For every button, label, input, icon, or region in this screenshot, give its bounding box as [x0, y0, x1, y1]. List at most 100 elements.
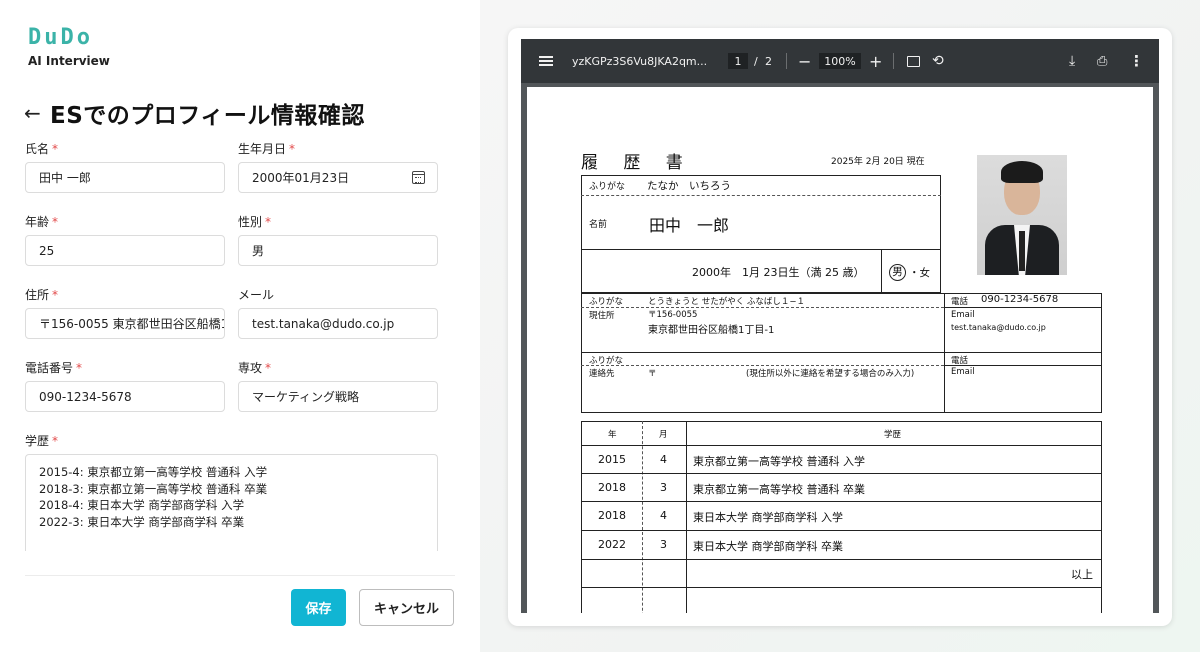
- edu-header-year: 年: [608, 430, 617, 440]
- resume-title: 履 歴 書: [581, 153, 693, 173]
- rule: [642, 421, 643, 613]
- rule: [881, 249, 882, 293]
- save-button[interactable]: 保存: [291, 589, 346, 626]
- rule: [581, 445, 1102, 446]
- rule: [581, 365, 944, 366]
- email-input[interactable]: test.tanaka@dudo.co.jp: [238, 308, 438, 339]
- edu-row-year: 2018: [598, 509, 626, 522]
- rotate-icon[interactable]: ⟲: [932, 39, 944, 83]
- addr-label: 現住所: [589, 311, 615, 321]
- education-textarea[interactable]: 2015-4: 東京都立第一高等学校 普通科 入学 2018-3: 東京都立第一…: [25, 454, 438, 551]
- edu-row-year: 2015: [598, 453, 626, 466]
- required-mark: *: [52, 142, 59, 156]
- email-label-resume: Email: [951, 310, 975, 320]
- more-icon[interactable]: ⋮: [1129, 39, 1144, 83]
- logo-mark: DuDo: [28, 25, 93, 50]
- gender-label: 性別 *: [238, 215, 272, 229]
- phone-value-resume: 090-1234-5678: [981, 294, 1059, 305]
- pdf-viewer: yzKGPz3S6Vu8JKA2qm... 1 / 2 − 100% + ⟲ ⤓…: [521, 39, 1159, 613]
- contact-email-label: Email: [951, 367, 975, 377]
- document-name: yzKGPz3S6Vu8JKA2qm...: [572, 54, 708, 68]
- phone-input[interactable]: 090-1234-5678: [25, 381, 225, 412]
- cancel-button[interactable]: キャンセル: [359, 589, 454, 626]
- edu-row-year: 2022: [598, 538, 626, 551]
- required-mark: *: [52, 434, 59, 448]
- required-mark: *: [265, 215, 272, 229]
- email-label: メール: [238, 288, 275, 302]
- furigana-value: たなか いちろう: [647, 180, 731, 192]
- rule: [581, 587, 1102, 588]
- birthdate-label: 生年月日 *: [238, 142, 296, 156]
- rule: [944, 293, 945, 413]
- end-mark: 以上: [1071, 568, 1093, 581]
- name-value-resume: 田中 一郎: [649, 216, 730, 235]
- page-title: ESでのプロフィール情報確認: [50, 103, 365, 129]
- preview-panel: yzKGPz3S6Vu8JKA2qm... 1 / 2 − 100% + ⟲ ⤓…: [480, 0, 1200, 652]
- addr-furigana-label: ふりがな: [589, 297, 624, 307]
- email-value-resume: test.tanaka@dudo.co.jp: [951, 323, 1046, 332]
- age-label: 年齢 *: [25, 215, 59, 229]
- phone-label-resume: 電話: [951, 297, 969, 307]
- footer-divider: [25, 575, 455, 576]
- contact-postal: 〒: [648, 369, 657, 379]
- edu-row-month: 4: [660, 453, 667, 466]
- age-input[interactable]: 25: [25, 235, 225, 266]
- calendar-icon[interactable]: [412, 171, 425, 184]
- print-icon[interactable]: ⎙: [1097, 39, 1107, 83]
- edu-row-content: 東京都立第一高等学校 普通科 入学: [693, 455, 865, 468]
- education-label: 学歴 *: [25, 434, 59, 448]
- app-logo: DuDo AI Interview: [28, 25, 110, 69]
- toolbar-divider: [786, 53, 787, 69]
- contact-label: 連絡先: [589, 369, 615, 379]
- education-line: 2015-4: 東京都立第一高等学校 普通科 入学: [39, 465, 268, 479]
- birthdate-input[interactable]: 2000年01月23日: [238, 162, 438, 193]
- required-mark: *: [52, 215, 59, 229]
- edu-header-content: 学歴: [884, 430, 902, 440]
- download-icon[interactable]: ⤓: [1069, 39, 1075, 83]
- toolbar-divider: [893, 53, 894, 69]
- birthdate-value: 2000年01月23日: [252, 171, 350, 185]
- addr-furigana-value: とうきょうと せたがやく ふなばし１−１: [648, 297, 806, 307]
- menu-icon[interactable]: [539, 39, 553, 83]
- required-mark: *: [76, 361, 83, 375]
- major-input[interactable]: マーケティング戦略: [238, 381, 438, 412]
- zoom-in-button[interactable]: +: [869, 39, 882, 83]
- rule: [581, 352, 1102, 353]
- edu-row-year: 2018: [598, 481, 626, 494]
- applicant-photo: [977, 155, 1067, 275]
- gender-input[interactable]: 男: [238, 235, 438, 266]
- address-label: 住所 *: [25, 288, 59, 302]
- name-label: 氏名 *: [25, 142, 59, 156]
- title-row: ← ESでのプロフィール情報確認: [24, 96, 365, 130]
- resume-date: 2025年 2月 20日 現在: [831, 157, 925, 167]
- phone-label: 電話番号 *: [25, 361, 83, 375]
- rule: [581, 307, 944, 308]
- education-line: 2018-4: 東日本大学 商学部商学科 入学: [39, 498, 245, 512]
- education-line: 2022-3: 東日本大学 商学部商学科 卒業: [39, 514, 245, 529]
- edu-row-month: 3: [660, 481, 667, 494]
- zoom-out-button[interactable]: −: [798, 39, 811, 83]
- address-input[interactable]: 〒156-0055 東京都世田谷区船橋1丁: [25, 308, 225, 339]
- edu-header-month: 月: [659, 430, 668, 440]
- name-label-resume: 名前: [589, 220, 608, 230]
- rule: [581, 501, 1102, 502]
- education-line: 2018-3: 東京都立第一高等学校 普通科 卒業: [39, 481, 268, 496]
- page-number-input[interactable]: 1: [728, 53, 748, 69]
- edu-row-content: 東日本大学 商学部商学科 卒業: [693, 540, 843, 553]
- edu-row-month: 3: [660, 538, 667, 551]
- pdf-toolbar: yzKGPz3S6Vu8JKA2qm... 1 / 2 − 100% + ⟲ ⤓…: [521, 39, 1159, 83]
- birth-line: 2000年 1月 23日生（満 25 歳）: [692, 266, 865, 279]
- rule: [581, 249, 941, 250]
- gender-male-mark: 男: [889, 264, 906, 281]
- zoom-level-input[interactable]: 100%: [819, 53, 861, 69]
- postal-code: 〒156-0055: [648, 310, 698, 320]
- fit-page-icon[interactable]: [907, 39, 920, 83]
- contact-phone-label: 電話: [951, 356, 969, 366]
- address-value: 東京都世田谷区船橋1丁目-1: [648, 325, 775, 336]
- logo-subtitle: AI Interview: [28, 54, 110, 68]
- name-input[interactable]: 田中 一郎: [25, 162, 225, 193]
- required-mark: *: [52, 288, 59, 302]
- major-label: 専攻 *: [238, 361, 272, 375]
- rule: [581, 559, 1102, 560]
- back-arrow-icon[interactable]: ←: [24, 101, 44, 125]
